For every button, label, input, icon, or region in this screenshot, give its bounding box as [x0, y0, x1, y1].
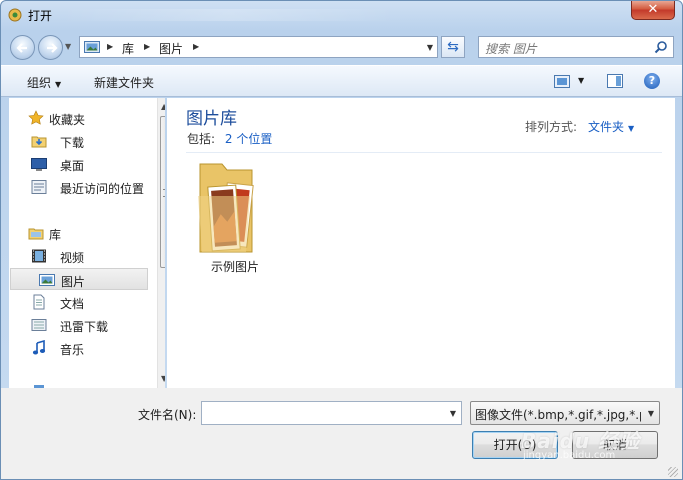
file-type-value: 图像文件(*.bmp,*.gif,*.jpg,*.pn [475, 408, 641, 422]
sidebar-item-desktop[interactable]: 桌面 [9, 153, 149, 175]
desktop-icon [31, 158, 47, 171]
view-icon [554, 75, 570, 88]
nav-scrollbar[interactable]: ▲ ▼ [157, 98, 165, 388]
chevron-down-icon: ▼ [628, 124, 635, 133]
sidebar-item-label: 迅雷下载 [60, 320, 109, 334]
thunder-download-icon [31, 319, 47, 331]
back-button[interactable] [10, 35, 35, 60]
sidebar-item-music[interactable]: 音乐 [9, 337, 149, 359]
music-icon [32, 340, 46, 355]
history-dropdown-icon[interactable]: ▼ [65, 42, 71, 51]
arrange-by-dropdown[interactable]: 文件夹 ▼ [588, 118, 634, 135]
preview-pane-icon[interactable] [607, 73, 623, 89]
sidebar-item-label: 图片 [61, 275, 86, 289]
command-bar: 组织 ▼ 新建文件夹 ▼ ? [1, 65, 682, 97]
sidebar-item-thunder-download[interactable]: 迅雷下载 [9, 314, 149, 336]
change-view-button[interactable]: ▼ [554, 74, 588, 90]
sidebar-item-downloads[interactable]: 下载 [9, 130, 149, 152]
sidebar-item-recent-places[interactable]: 最近访问的位置 [9, 176, 149, 198]
organize-menu[interactable]: 组织 ▼ [27, 74, 61, 91]
sidebar-item-label: 视频 [60, 251, 85, 265]
search-icon[interactable] [654, 40, 668, 54]
breadcrumb-separator-icon[interactable]: ▶ [107, 42, 113, 51]
sidebar-item-label: 文档 [60, 297, 85, 311]
view-dropdown-icon[interactable]: ▼ [578, 76, 584, 85]
app-icon [8, 8, 22, 22]
new-folder-button[interactable]: 新建文件夹 [94, 74, 154, 91]
sidebar-item-label: 下载 [60, 136, 85, 150]
watermark-url: jingyan.baidu.com [523, 450, 616, 461]
help-icon[interactable]: ? [644, 73, 660, 89]
dialog-footer: 文件名(N): ▼ 图像文件(*.bmp,*.gif,*.jpg,*.pn ▼ … [1, 388, 682, 479]
sidebar-item-label: 库 [49, 228, 62, 242]
breadcrumb-separator-icon[interactable]: ▶ [144, 42, 150, 51]
title-bar-blur [61, 9, 396, 21]
arrange-by-label: 排列方式: [525, 120, 578, 134]
content-pane[interactable]: 图片库 包括: 2 个位置 排列方式: 文件夹 ▼ 示例图片 [167, 98, 675, 388]
scroll-down-icon[interactable]: ▼ [161, 374, 165, 383]
sidebar-item-label: 最近访问的位置 [60, 182, 145, 196]
pictures-icon [39, 274, 55, 286]
organize-label: 组织 [27, 76, 52, 90]
arrange-by-value: 文件夹 [588, 120, 625, 134]
navigation-row: ▼ ▶ 库 ▶ 图片 ▶ ▼ ⇆ 搜索 图片 [1, 31, 682, 63]
breadcrumb-library[interactable]: 库 [122, 40, 134, 57]
forward-arrow-icon [47, 43, 58, 53]
breadcrumb-pictures[interactable]: 图片 [159, 40, 183, 57]
sidebar-item-pictures[interactable]: 图片 [10, 268, 148, 290]
download-folder-icon [31, 136, 47, 148]
filter-dropdown-icon[interactable]: ▼ [648, 409, 654, 418]
sidebar-item-label: 桌面 [60, 159, 85, 173]
video-icon [32, 249, 46, 263]
includes-locations-link[interactable]: 2 个位置 [225, 132, 272, 146]
close-button[interactable]: ✕ [631, 1, 675, 20]
scroll-thumb[interactable] [160, 116, 165, 268]
file-type-filter[interactable]: 图像文件(*.bmp,*.gif,*.jpg,*.pn ▼ [470, 401, 660, 425]
filename-dropdown-icon[interactable]: ▼ [450, 409, 456, 418]
refresh-button[interactable]: ⇆ [441, 36, 465, 58]
search-placeholder: 搜索 图片 [485, 42, 537, 56]
sidebar-item-label: 音乐 [60, 343, 85, 357]
documents-icon [33, 294, 45, 310]
address-bar[interactable]: ▶ 库 ▶ 图片 ▶ ▼ [79, 36, 438, 58]
folder-label: 示例图片 [210, 260, 259, 274]
sidebar-item-documents[interactable]: 文档 [9, 291, 149, 313]
refresh-icon: ⇆ [447, 39, 459, 55]
sidebar-item-label: 收藏夹 [49, 113, 86, 127]
sidebar-item-videos[interactable]: 视频 [9, 245, 149, 267]
back-arrow-icon [16, 43, 27, 53]
open-file-dialog: 打开 ✕ ▼ ▶ 库 ▶ 图片 ▶ ▼ ⇆ 搜索 图片 组织 ▼ 新建文件夹 ▼… [0, 0, 683, 480]
star-icon [28, 110, 44, 125]
scroll-up-icon[interactable]: ▲ [161, 102, 165, 111]
recent-places-icon [31, 180, 47, 194]
library-icon [28, 228, 44, 240]
window-title: 打开 [28, 9, 53, 23]
chevron-down-icon: ▼ [55, 80, 62, 89]
pictures-library-icon [84, 41, 100, 53]
library-title: 图片库 [186, 109, 237, 129]
filename-input[interactable]: ▼ [201, 401, 462, 425]
filename-label: 文件名(N): [138, 408, 197, 422]
address-dropdown-icon[interactable]: ▼ [427, 43, 433, 52]
search-box[interactable]: 搜索 图片 [478, 36, 674, 58]
sidebar-item-libraries[interactable]: 库 [9, 222, 149, 244]
includes-label: 包括: [187, 132, 216, 146]
pictures-folder-icon [198, 163, 254, 253]
forward-button[interactable] [38, 35, 63, 60]
title-bar[interactable]: 打开 ✕ [1, 1, 682, 29]
library-includes: 包括: 2 个位置 [187, 130, 272, 147]
breadcrumb-separator-icon[interactable]: ▶ [193, 42, 199, 51]
divider [186, 152, 662, 153]
navigation-pane[interactable]: 收藏夹 下载 桌面 最近访问的位置 库 视频 图片 文档 迅雷下载 音乐 [9, 98, 165, 388]
sidebar-item-favorites[interactable]: 收藏夹 [9, 107, 149, 129]
resize-grip[interactable] [668, 467, 678, 477]
